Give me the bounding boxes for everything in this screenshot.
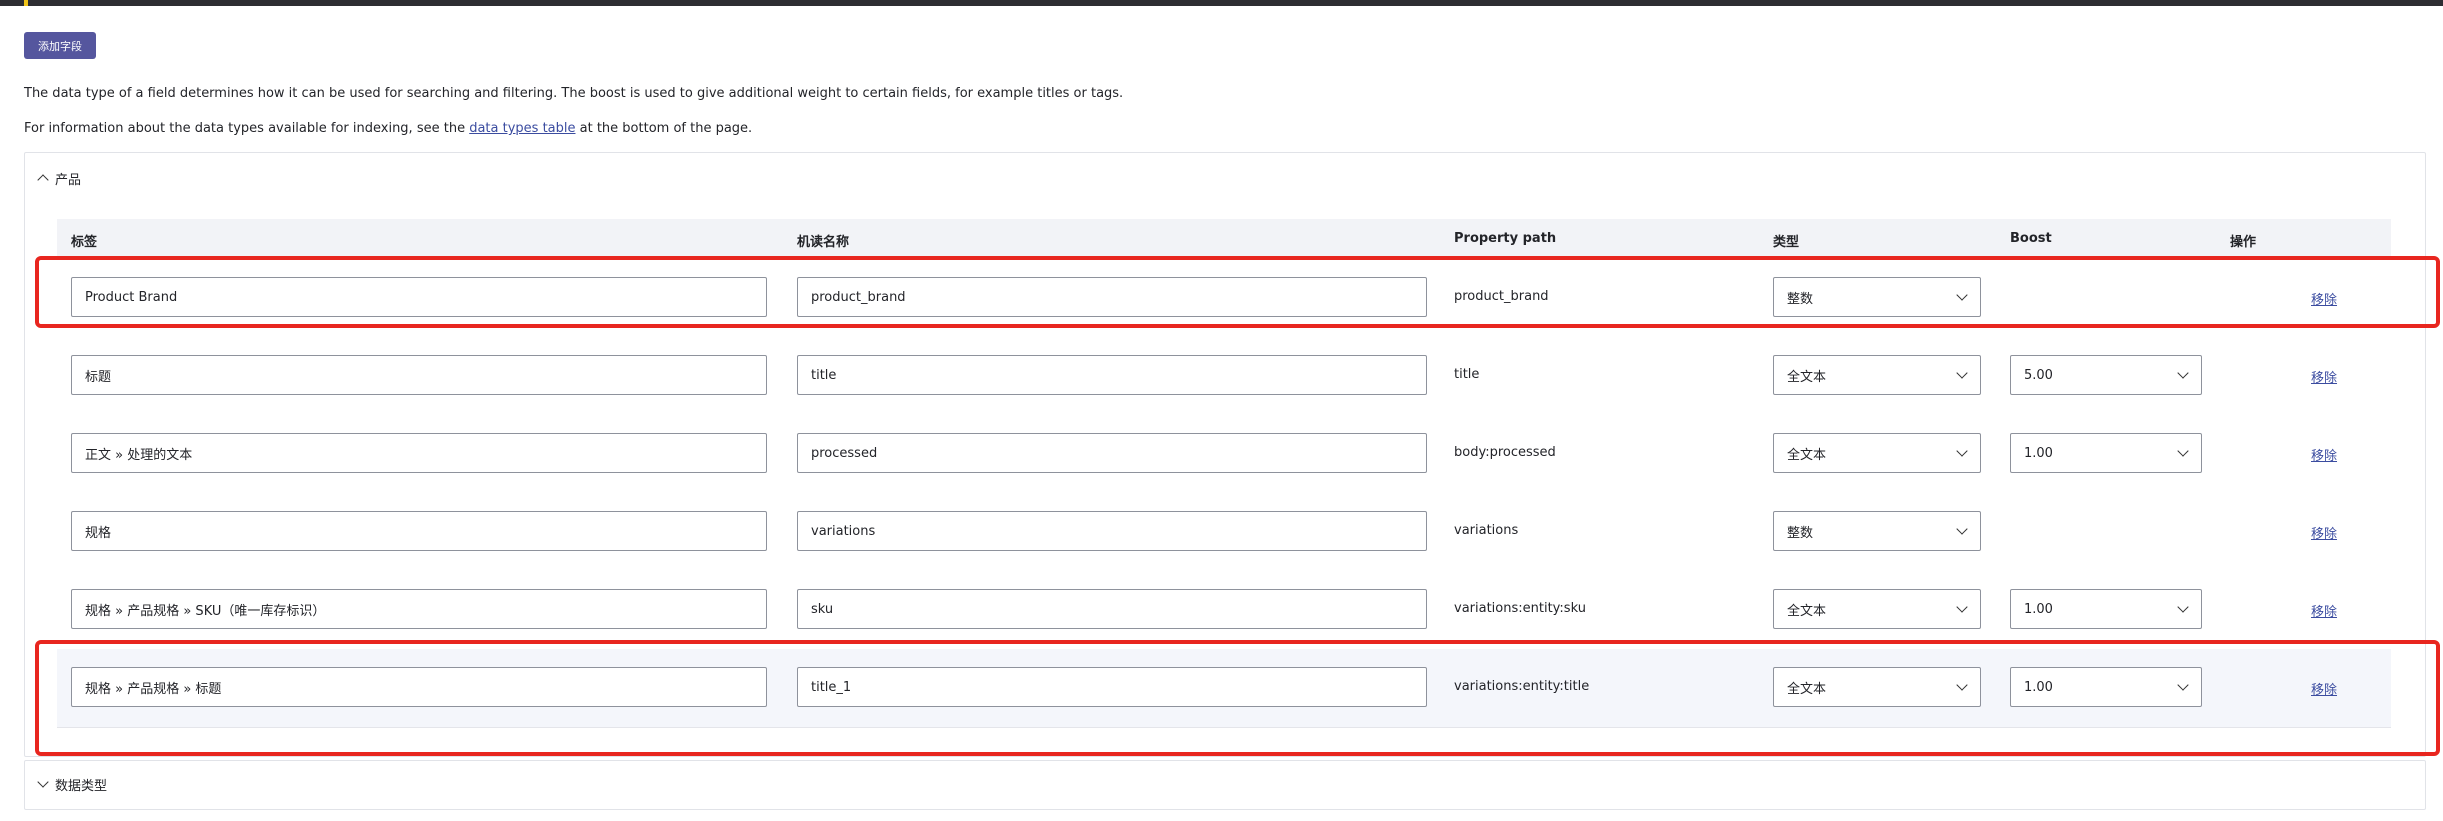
type-select-value: 全文本 bbox=[1787, 603, 1827, 619]
boost-select[interactable]: 1.00 bbox=[2010, 433, 2202, 473]
chevron-down-icon bbox=[2177, 679, 2189, 691]
table-row: body:processed 全文本 1.00 移除 bbox=[57, 415, 2391, 494]
type-select[interactable]: 全文本 bbox=[1773, 667, 1981, 707]
property-path-text: variations:entity:sku bbox=[1454, 601, 1586, 616]
machine-name-input[interactable] bbox=[797, 667, 1427, 707]
boost-select[interactable]: 1.00 bbox=[2010, 667, 2202, 707]
type-select-value: 全文本 bbox=[1787, 681, 1827, 697]
remove-link[interactable]: 移除 bbox=[2311, 601, 2337, 620]
table-row: title 全文本 5.00 移除 bbox=[57, 337, 2391, 416]
type-select[interactable]: 全文本 bbox=[1773, 589, 1981, 629]
col-header-label: 标签 bbox=[71, 235, 98, 250]
remove-link[interactable]: 移除 bbox=[2311, 367, 2337, 386]
boost-select-value: 1.00 bbox=[2024, 601, 2053, 617]
section-title: 产品 bbox=[55, 172, 82, 188]
table-row: variations:entity:title 全文本 1.00 移除 bbox=[57, 649, 2391, 728]
col-header-type: 类型 bbox=[1773, 235, 1800, 250]
type-select-value: 全文本 bbox=[1787, 447, 1827, 463]
section-toggle-products[interactable]: 产品 bbox=[37, 167, 82, 189]
label-input[interactable] bbox=[71, 667, 767, 707]
table-row: product_brand 整数 移除 bbox=[57, 259, 2391, 338]
label-input[interactable] bbox=[71, 511, 767, 551]
section-toggle-data-types[interactable]: 数据类型 bbox=[37, 773, 108, 795]
chevron-down-icon bbox=[2177, 445, 2189, 457]
type-select[interactable]: 整数 bbox=[1773, 511, 1981, 551]
chevron-up-icon bbox=[37, 174, 49, 186]
machine-name-input[interactable] bbox=[797, 511, 1427, 551]
remove-link[interactable]: 移除 bbox=[2311, 445, 2337, 464]
label-input[interactable] bbox=[71, 433, 767, 473]
chevron-down-icon bbox=[1956, 679, 1968, 691]
description-text-after: at the bottom of the page. bbox=[575, 121, 753, 136]
property-path-text: body:processed bbox=[1454, 445, 1556, 460]
chevron-down-icon bbox=[1956, 601, 1968, 613]
type-select[interactable]: 整数 bbox=[1773, 277, 1981, 317]
chevron-down-icon bbox=[1956, 523, 1968, 535]
chevron-down-icon bbox=[1956, 289, 1968, 301]
chevron-down-icon bbox=[37, 776, 49, 788]
data-types-table-link[interactable]: data types table bbox=[469, 121, 575, 136]
type-select[interactable]: 全文本 bbox=[1773, 433, 1981, 473]
table-header: 标签 机读名称 Property path 类型 Boost 操作 bbox=[57, 219, 2391, 259]
boost-select-value: 5.00 bbox=[2024, 367, 2053, 383]
boost-select-value: 1.00 bbox=[2024, 679, 2053, 695]
machine-name-input[interactable] bbox=[797, 433, 1427, 473]
section-title: 数据类型 bbox=[55, 778, 108, 794]
label-input[interactable] bbox=[71, 589, 767, 629]
property-path-text: product_brand bbox=[1454, 289, 1549, 304]
col-header-property-path: Property path bbox=[1454, 231, 1557, 246]
label-input[interactable] bbox=[71, 277, 767, 317]
machine-name-input[interactable] bbox=[797, 277, 1427, 317]
boost-select-value: 1.00 bbox=[2024, 445, 2053, 461]
chevron-down-icon bbox=[1956, 367, 1968, 379]
remove-link[interactable]: 移除 bbox=[2311, 289, 2337, 308]
table-row: variations:entity:sku 全文本 1.00 移除 bbox=[57, 571, 2391, 650]
top-toolbar-bar bbox=[0, 0, 2443, 6]
table-row: variations 整数 移除 bbox=[57, 493, 2391, 572]
property-path-text: title bbox=[1454, 367, 1480, 382]
machine-name-input[interactable] bbox=[797, 589, 1427, 629]
description-text-before: For information about the data types ava… bbox=[24, 121, 470, 136]
property-path-text: variations bbox=[1454, 523, 1519, 538]
description-data-type: The data type of a field determines how … bbox=[24, 86, 1124, 101]
fields-section-data-types: 数据类型 bbox=[24, 760, 2426, 810]
toolbar-accent bbox=[24, 0, 28, 6]
machine-name-input[interactable] bbox=[797, 355, 1427, 395]
remove-link[interactable]: 移除 bbox=[2311, 679, 2337, 698]
type-select[interactable]: 全文本 bbox=[1773, 355, 1981, 395]
type-select-value: 全文本 bbox=[1787, 369, 1827, 385]
label-input[interactable] bbox=[71, 355, 767, 395]
property-path-text: variations:entity:title bbox=[1454, 679, 1590, 694]
add-field-button[interactable]: 添加字段 bbox=[24, 32, 96, 59]
chevron-down-icon bbox=[2177, 367, 2189, 379]
remove-link[interactable]: 移除 bbox=[2311, 523, 2337, 542]
description-data-types-info: For information about the data types ava… bbox=[24, 121, 752, 136]
fields-section-products: 产品 标签 机读名称 Property path 类型 Boost 操作 pro… bbox=[24, 152, 2426, 757]
boost-select[interactable]: 5.00 bbox=[2010, 355, 2202, 395]
col-header-operations: 操作 bbox=[2230, 235, 2257, 250]
col-header-boost: Boost bbox=[2010, 231, 2052, 246]
col-header-machine-name: 机读名称 bbox=[797, 235, 850, 250]
chevron-down-icon bbox=[1956, 445, 1968, 457]
chevron-down-icon bbox=[2177, 601, 2189, 613]
type-select-value: 整数 bbox=[1787, 525, 1814, 541]
boost-select[interactable]: 1.00 bbox=[2010, 589, 2202, 629]
type-select-value: 整数 bbox=[1787, 291, 1814, 307]
